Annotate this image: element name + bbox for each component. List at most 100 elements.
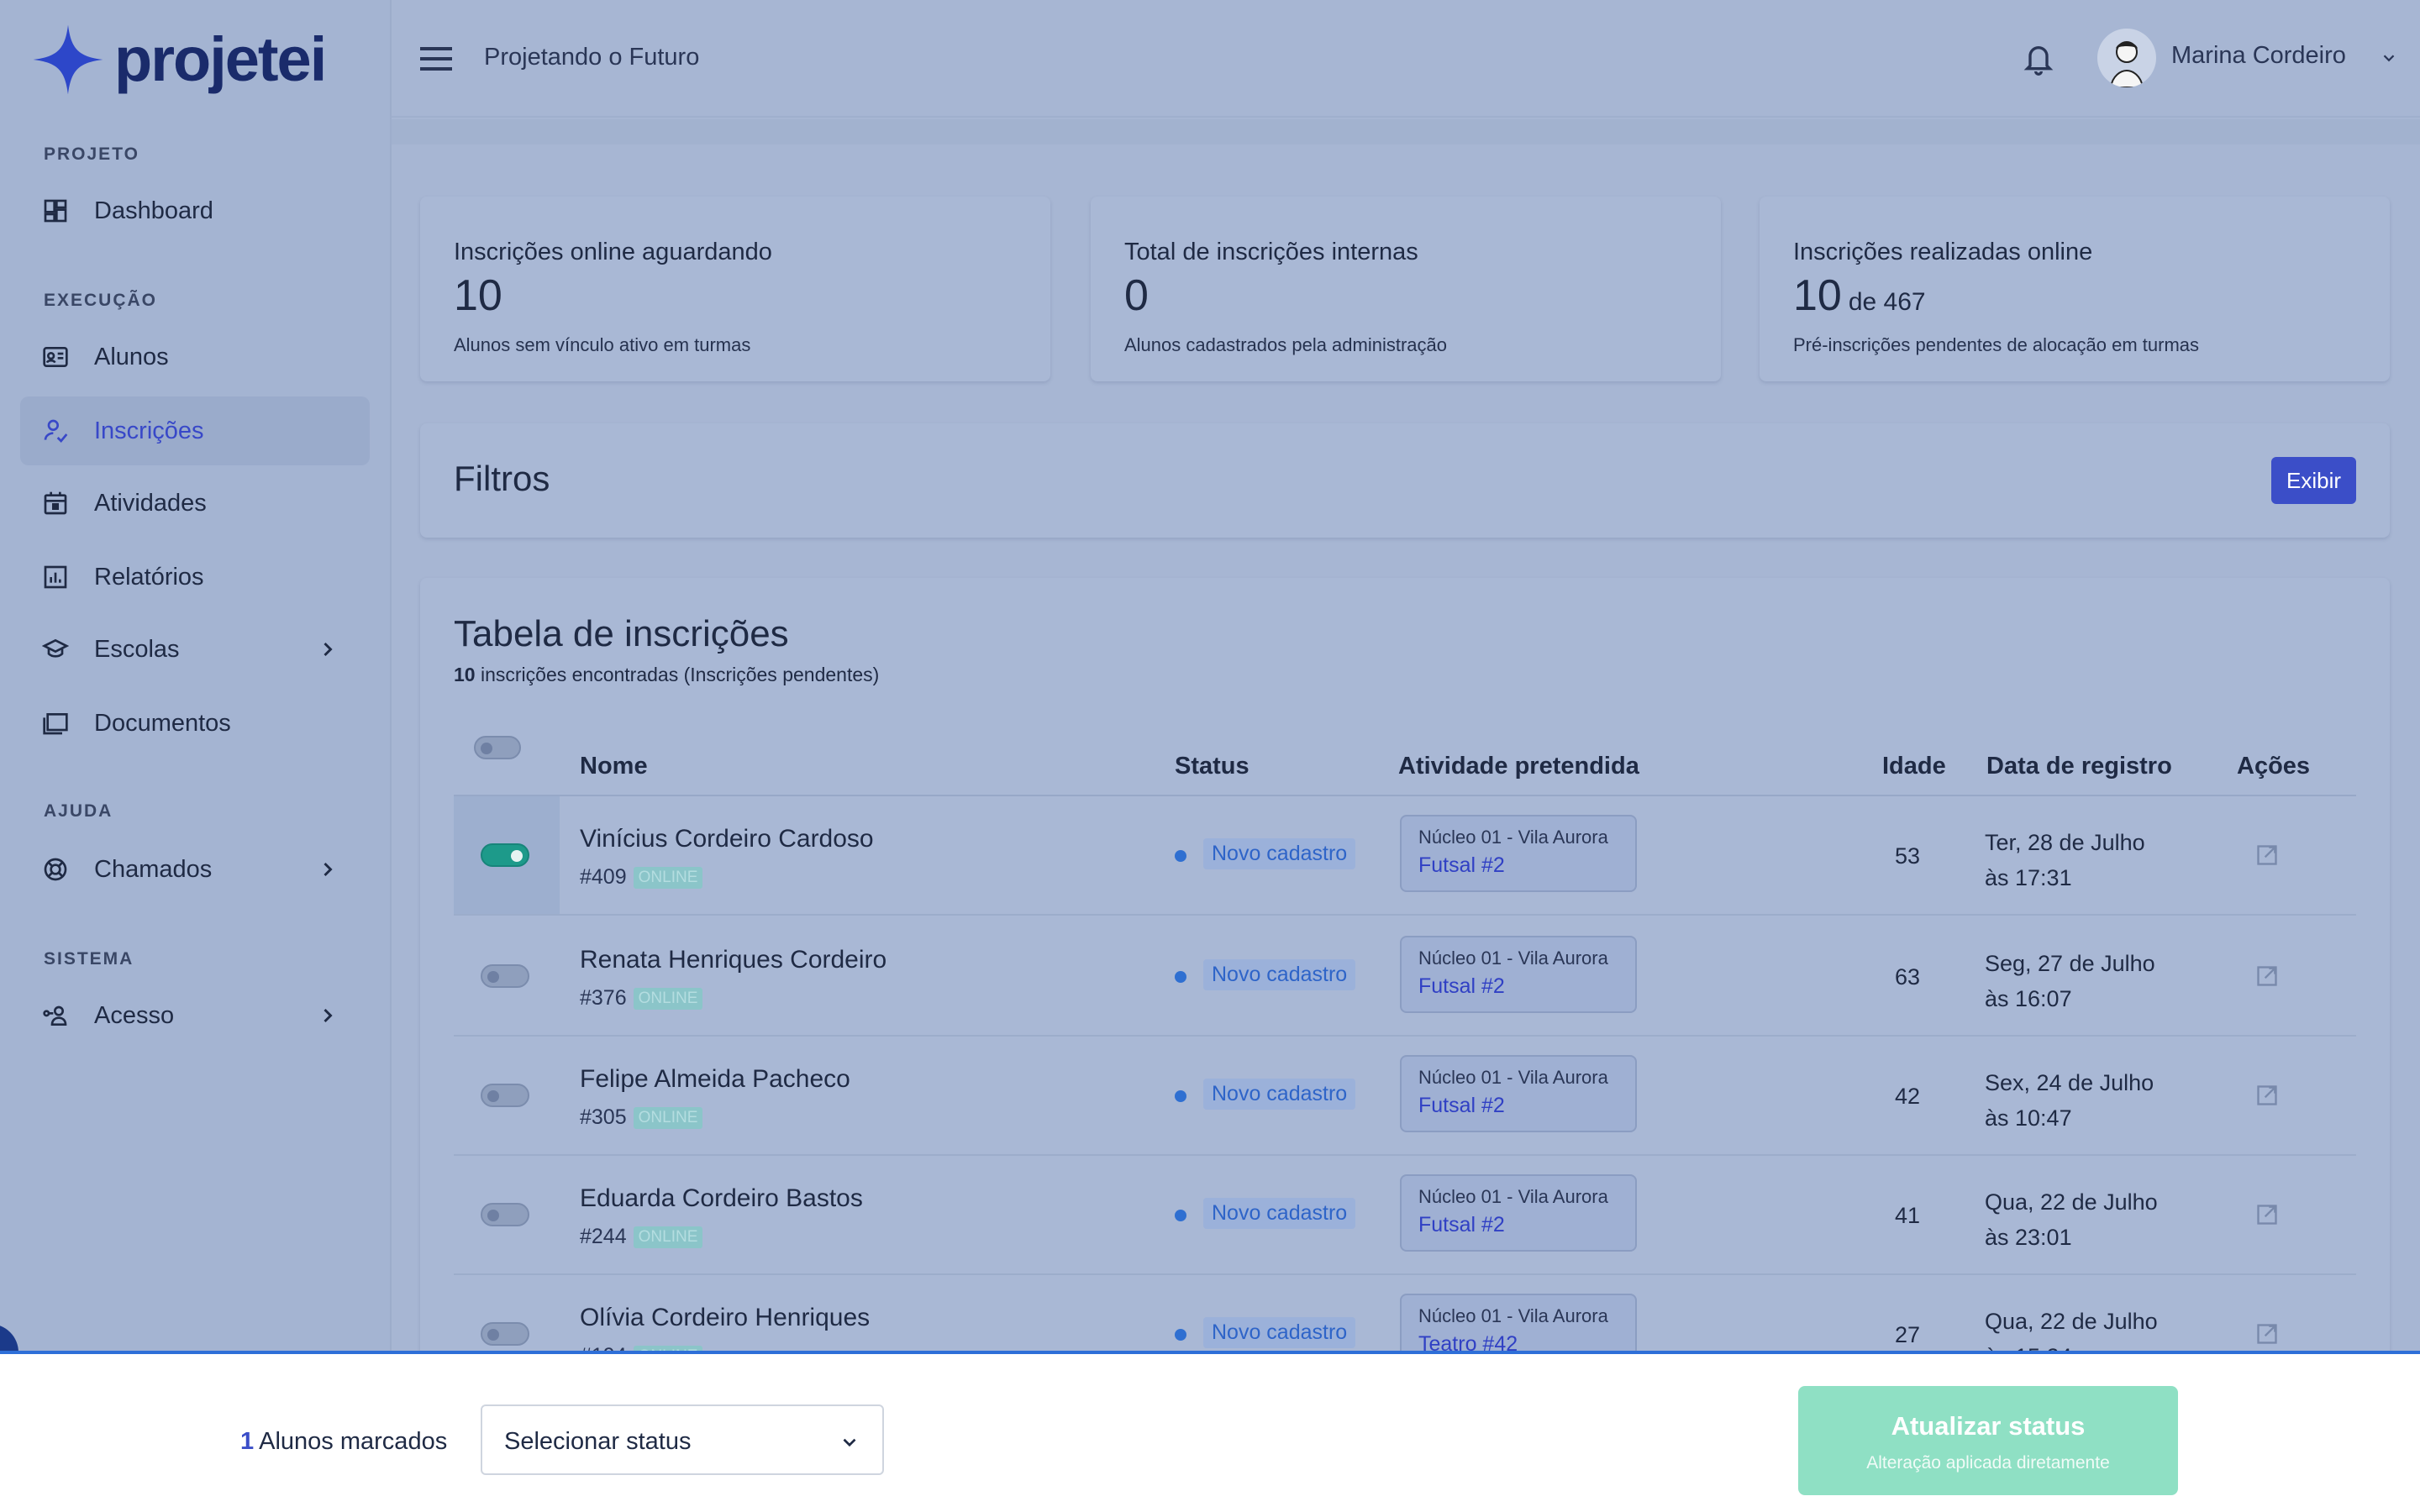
activity-chip[interactable]: Núcleo 01 - Vila Aurora Futsal #2 bbox=[1400, 936, 1637, 1013]
row-select-toggle[interactable] bbox=[481, 1084, 529, 1107]
registration-date: Ter, 28 de Julho às 17:31 bbox=[1985, 830, 2145, 890]
table-row[interactable]: Eduarda Cordeiro Bastos #244 ONLINE Novo … bbox=[454, 1156, 2356, 1275]
student-name: Olívia Cordeiro Henriques bbox=[580, 1304, 871, 1331]
nav-section-sistema: SISTEMA bbox=[44, 949, 134, 969]
table-row[interactable]: Renata Henriques Cordeiro #376 ONLINE Nov… bbox=[454, 917, 2356, 1037]
row-select-toggle[interactable] bbox=[481, 964, 529, 988]
status-dot bbox=[1175, 1210, 1186, 1221]
open-external-icon[interactable] bbox=[2255, 843, 2279, 867]
status-select[interactable]: Selecionar status bbox=[481, 1404, 884, 1475]
activity-chip[interactable]: Núcleo 01 - Vila Aurora Futsal #2 bbox=[1400, 815, 1637, 892]
sidebar-item-relatorios[interactable]: Relatórios bbox=[20, 543, 370, 612]
sidebar-item-alunos[interactable]: Alunos bbox=[20, 323, 370, 391]
registrations-table-card: Tabela de inscrições 10 inscrições encon… bbox=[420, 578, 2390, 1418]
user-check-icon bbox=[42, 417, 69, 444]
age-value: 53 bbox=[1894, 843, 1921, 869]
row-select-toggle[interactable] bbox=[481, 1322, 529, 1346]
sidebar-item-label: Chamados bbox=[94, 855, 213, 883]
sidebar-item-chamados[interactable]: Chamados bbox=[20, 835, 370, 904]
chevron-right-icon bbox=[324, 642, 333, 657]
online-badge: ONLINE bbox=[633, 988, 703, 1010]
sidebar-item-acesso[interactable]: Acesso bbox=[20, 981, 370, 1050]
status-badge: Novo cadastro bbox=[1203, 959, 1356, 990]
sidebar-item-label: Alunos bbox=[94, 343, 169, 370]
sidebar-item-label: Acesso bbox=[94, 1001, 175, 1029]
chevron-down-icon bbox=[843, 1438, 856, 1447]
column-header-actions: Ações bbox=[2237, 753, 2311, 780]
column-header-activity[interactable]: Atividade pretendida bbox=[1398, 753, 1639, 780]
age-value: 63 bbox=[1894, 964, 1921, 990]
registration-date: Sex, 24 de Julho às 10:47 bbox=[1985, 1070, 2154, 1131]
sidebar-item-label: Documentos bbox=[94, 709, 231, 737]
select-all-toggle[interactable] bbox=[474, 736, 521, 759]
update-status-label: Atualizar status bbox=[1891, 1411, 2086, 1441]
row-select-toggle[interactable] bbox=[481, 1203, 529, 1226]
chevron-down-icon[interactable] bbox=[2380, 49, 2398, 67]
row-select-cell bbox=[454, 917, 560, 1035]
sidebar-item-inscricoes[interactable]: Inscrições bbox=[20, 396, 370, 465]
avatar[interactable] bbox=[2097, 29, 2156, 87]
update-status-subtitle: Alteração aplicada diretamente bbox=[1866, 1453, 2110, 1473]
column-header-status[interactable]: Status bbox=[1175, 753, 1249, 780]
row-select-cell bbox=[454, 796, 560, 914]
registration-date: Seg, 27 de Julho às 16:07 bbox=[1985, 951, 2155, 1011]
open-external-icon[interactable] bbox=[2255, 1322, 2279, 1346]
column-header-age[interactable]: Idade bbox=[1882, 753, 1946, 780]
activity-chip[interactable]: Núcleo 01 - Vila Aurora Futsal #2 bbox=[1400, 1055, 1637, 1132]
show-filters-button[interactable]: Exibir bbox=[2270, 457, 2356, 504]
table-row[interactable]: Vinícius Cordeiro Cardoso #409 ONLINE Nov… bbox=[454, 796, 2356, 916]
stat-value: 10 de 467 bbox=[1793, 271, 1926, 320]
age-value: 42 bbox=[1894, 1084, 1921, 1109]
sidebar-item-atividades[interactable]: Atividades bbox=[20, 469, 370, 538]
stat-label: Inscrições realizadas online bbox=[1793, 239, 2093, 265]
folder-icon bbox=[42, 710, 69, 737]
sidebar-item-escolas[interactable]: Escolas bbox=[20, 615, 370, 684]
row-select-cell bbox=[454, 1156, 560, 1273]
status-badge: Novo cadastro bbox=[1203, 1198, 1356, 1229]
project-title[interactable]: Projetando o Futuro bbox=[484, 44, 699, 71]
registration-id: #305 ONLINE bbox=[580, 1105, 703, 1130]
id-card-icon bbox=[42, 344, 69, 370]
registration-id: #376 ONLINE bbox=[580, 986, 703, 1011]
bar-chart-icon bbox=[42, 564, 69, 591]
brand-logo[interactable]: projetei bbox=[30, 22, 327, 97]
registration-date: Qua, 22 de Julho às 23:01 bbox=[1985, 1189, 2158, 1250]
bulk-action-bar: 1 Alunos marcados Selecionar status Atual… bbox=[0, 1351, 2420, 1512]
update-status-button[interactable]: Atualizar status Alteração aplicada dire… bbox=[1798, 1386, 2178, 1495]
filters-card: Filtros Exibir bbox=[420, 423, 2390, 538]
open-external-icon[interactable] bbox=[2255, 1084, 2279, 1107]
row-select-toggle[interactable] bbox=[481, 843, 529, 867]
column-header-name[interactable]: Nome bbox=[580, 753, 648, 780]
dashboard-icon bbox=[42, 197, 69, 224]
hamburger-menu-icon[interactable] bbox=[420, 45, 452, 72]
activity-chip[interactable]: Núcleo 01 - Vila Aurora Futsal #2 bbox=[1400, 1174, 1637, 1252]
chevron-right-icon bbox=[324, 1008, 333, 1023]
status-badge: Novo cadastro bbox=[1203, 1317, 1356, 1348]
open-external-icon[interactable] bbox=[2255, 964, 2279, 988]
sidebar-item-documentos[interactable]: Documentos bbox=[20, 689, 370, 758]
student-name: Felipe Almeida Pacheco bbox=[580, 1065, 850, 1093]
status-dot bbox=[1175, 1329, 1186, 1341]
user-name[interactable]: Marina Cordeiro bbox=[2171, 42, 2346, 70]
sidebar-item-label: Relatórios bbox=[94, 563, 204, 591]
nav-section-projeto: PROJETO bbox=[44, 144, 139, 164]
sidebar-item-dashboard[interactable]: Dashboard bbox=[20, 176, 370, 245]
online-badge: ONLINE bbox=[633, 867, 703, 889]
sidebar-item-label: Inscrições bbox=[94, 417, 204, 444]
sidebar-item-label: Escolas bbox=[94, 635, 180, 663]
topbar: Projetando o Futuro Marina Cordeiro bbox=[392, 0, 2420, 118]
open-external-icon[interactable] bbox=[2255, 1203, 2279, 1226]
column-header-date[interactable]: Data de registro bbox=[1986, 753, 2172, 780]
bell-icon[interactable] bbox=[2022, 40, 2055, 77]
nav-section-execucao: EXECUÇÃO bbox=[44, 291, 158, 310]
filters-title: Filtros bbox=[454, 459, 550, 498]
table-row[interactable]: Felipe Almeida Pacheco #305 ONLINE Novo c… bbox=[454, 1037, 2356, 1156]
online-badge: ONLINE bbox=[633, 1107, 703, 1129]
nav-section-ajuda: AJUDA bbox=[44, 801, 113, 821]
registration-id: #244 ONLINE bbox=[580, 1225, 703, 1249]
status-select-value: Selecionar status bbox=[504, 1428, 692, 1455]
registration-id: #409 ONLINE bbox=[580, 865, 703, 890]
brand-name: projetei bbox=[114, 24, 327, 94]
status-dot bbox=[1175, 850, 1186, 862]
student-name: Eduarda Cordeiro Bastos bbox=[580, 1184, 863, 1212]
